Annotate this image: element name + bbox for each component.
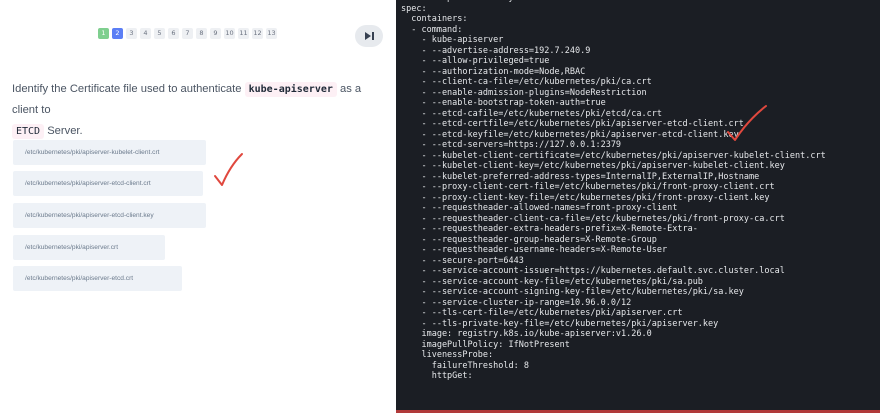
- page-3[interactable]: 3: [126, 28, 137, 39]
- answer-option-2[interactable]: /etc/kubernetes/pki/apiserver-etcd-clien…: [13, 171, 203, 196]
- terminal-line: - --requestheader-username-headers=X-Rem…: [401, 245, 668, 255]
- terminal-line: containers:: [401, 14, 468, 24]
- page-4[interactable]: 4: [140, 28, 151, 39]
- question-text: Identify the Certificate file used to au…: [12, 79, 387, 142]
- page-8[interactable]: 8: [196, 28, 207, 39]
- terminal-output: namespace: kube-systemspec: containers: …: [401, 0, 826, 382]
- terminal-line: - --authorization-mode=Node,RBAC: [401, 66, 586, 77]
- terminal-line: - --enable-admission-plugins=NodeRestric…: [401, 87, 647, 98]
- page-5[interactable]: 5: [154, 28, 165, 39]
- quiz-panel: 1 2 3 4 5 6 7 8 9 10 11 12 13 Identify t…: [0, 0, 396, 413]
- page-2[interactable]: 2: [112, 28, 123, 39]
- terminal-line: - kube-apiserver: [401, 35, 504, 45]
- terminal-line: - --secure-port=6443: [401, 255, 524, 266]
- terminal-panel[interactable]: namespace: kube-systemspec: containers: …: [396, 0, 880, 413]
- terminal-line: - --kubelet-client-key=/etc/kubernetes/p…: [401, 161, 785, 171]
- question-pager: 1 2 3 4 5 6 7 8 9 10 11 12 13: [98, 28, 277, 39]
- terminal-line: spec:: [401, 3, 427, 14]
- terminal-line: - --requestheader-allowed-names=front-pr…: [401, 203, 678, 213]
- question-part-3: Server.: [47, 125, 83, 137]
- question-part-1: Identify the Certificate file used to au…: [12, 83, 242, 95]
- page-6[interactable]: 6: [168, 28, 179, 39]
- page-11[interactable]: 11: [238, 28, 249, 39]
- terminal-line: - --tls-private-key-file=/etc/kubernetes…: [401, 318, 719, 329]
- terminal-line: imagePullPolicy: IfNotPresent: [401, 339, 570, 350]
- terminal-line: - --kubelet-client-certificate=/etc/kube…: [401, 150, 826, 161]
- skip-question-button[interactable]: [355, 25, 383, 47]
- checkmark-icon: [727, 105, 767, 141]
- skip-forward-icon: [364, 32, 374, 40]
- checkmark-icon: [214, 153, 243, 186]
- terminal-line: - --client-ca-file=/etc/kubernetes/pki/c…: [401, 77, 652, 87]
- terminal-line: failureThreshold: 8: [401, 360, 529, 371]
- page-7[interactable]: 7: [182, 28, 193, 39]
- terminal-line: - --advertise-address=192.7.240.9: [401, 45, 591, 56]
- terminal-line: livenessProbe:: [401, 350, 494, 360]
- question-code-kube-apiserver: kube-apiserver: [244, 82, 337, 97]
- answer-option-4[interactable]: /etc/kubernetes/pki/apiserver.crt: [13, 235, 165, 260]
- answer-option-1[interactable]: /etc/kubernetes/pki/apiserver-kubelet-cl…: [13, 140, 206, 165]
- terminal-line: - --requestheader-group-headers=X-Remote…: [401, 234, 657, 245]
- terminal-line: - command:: [401, 24, 463, 35]
- terminal-line: - --kubelet-preferred-address-types=Inte…: [401, 171, 760, 182]
- terminal-line: - --service-account-issuer=https://kuber…: [401, 266, 785, 276]
- terminal-line: - --service-account-key-file=/etc/kubern…: [401, 276, 703, 287]
- terminal-line: - --service-account-signing-key-file=/et…: [401, 287, 744, 297]
- page-9[interactable]: 9: [210, 28, 221, 39]
- question-code-etcd: ETCD: [12, 124, 45, 139]
- page-13[interactable]: 13: [266, 28, 277, 39]
- page-12[interactable]: 12: [252, 28, 263, 39]
- terminal-line: - --proxy-client-cert-file=/etc/kubernet…: [401, 182, 775, 192]
- answer-option-3[interactable]: /etc/kubernetes/pki/apiserver-etcd-clien…: [13, 203, 206, 228]
- terminal-line: httpGet:: [401, 371, 473, 381]
- terminal-line: - --service-cluster-ip-range=10.96.0.0/1…: [401, 297, 632, 308]
- terminal-line: image: registry.k8s.io/kube-apiserver:v1…: [401, 329, 652, 339]
- terminal-line: - --requestheader-client-ca-file=/etc/ku…: [401, 213, 785, 224]
- terminal-line: - --proxy-client-key-file=/etc/kubernete…: [401, 192, 770, 203]
- answer-option-5[interactable]: /etc/kubernetes/pki/apiserver-etcd.crt: [13, 266, 182, 291]
- terminal-line: - --allow-privileged=true: [401, 56, 550, 66]
- page-1[interactable]: 1: [98, 28, 109, 39]
- page-10[interactable]: 10: [224, 28, 235, 39]
- terminal-line: - --requestheader-extra-headers-prefix=X…: [401, 224, 698, 234]
- terminal-line: - --tls-cert-file=/etc/kubernetes/pki/ap…: [401, 308, 683, 318]
